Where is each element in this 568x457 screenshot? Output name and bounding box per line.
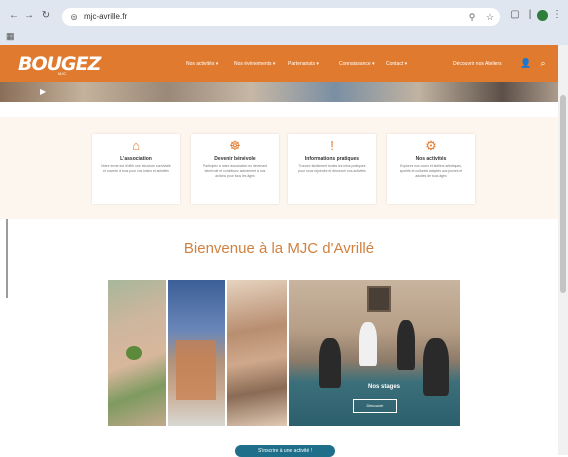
exclamation-icon: ! xyxy=(330,138,334,153)
site-info-icon[interactable]: ⊜ xyxy=(68,11,80,23)
bookmark-star-icon[interactable]: ☆ xyxy=(484,11,496,23)
nav-item-activites[interactable]: Nos activités ▾ xyxy=(186,59,218,69)
slider-prev-icon[interactable]: ▶ xyxy=(40,87,50,97)
person-shape xyxy=(319,338,341,388)
plant-shape xyxy=(126,346,142,360)
divider-icon: | xyxy=(528,9,532,20)
photo-gallery: Nos stages Découvrir xyxy=(108,280,460,426)
features-section: ⌂ L'association Notre envie est d'offrir… xyxy=(0,117,558,219)
search-icon[interactable]: ⌕ xyxy=(538,58,548,68)
feature-title: Nos activités xyxy=(415,156,447,162)
back-icon[interactable]: ← xyxy=(8,10,20,22)
forward-icon[interactable]: → xyxy=(23,10,35,22)
browser-chrome: ← → ↻ ⊜ mjc-avrille.fr ⚲ ☆ ▢ | ⋮ ▦ xyxy=(0,0,568,45)
hero-banner: ▶ xyxy=(0,82,558,102)
building-shape xyxy=(176,340,216,400)
nav-item-connaissance[interactable]: Connaissance ▾ xyxy=(339,59,375,69)
feature-card-association[interactable]: ⌂ L'association Notre envie est d'offrir… xyxy=(92,134,180,204)
logo-subtitle: MJC xyxy=(58,71,67,76)
bookmarks-grid-icon[interactable]: ▦ xyxy=(6,31,15,42)
feature-text: Participez à notre association en devena… xyxy=(203,164,267,178)
portrait-frame xyxy=(367,286,391,312)
feature-card-infos[interactable]: ! Informations pratiques Trouvez facilem… xyxy=(288,134,376,204)
feature-card-benevole[interactable]: ☸ Devenir bénévole Participez à notre as… xyxy=(191,134,279,204)
nav-item-evenements[interactable]: Nos évènements ▾ xyxy=(234,59,275,69)
stages-title: Nos stages xyxy=(367,384,400,390)
feature-text: Trouvez facilement toutes les infos prat… xyxy=(298,164,366,173)
person-shape xyxy=(397,320,415,370)
gears-icon: ⚙ xyxy=(425,138,437,153)
photo-hands[interactable] xyxy=(108,280,166,426)
translate-icon[interactable]: ⚲ xyxy=(466,11,478,23)
feature-card-activites[interactable]: ⚙ Nos activités Explorez nos cours et at… xyxy=(387,134,475,204)
photo-building[interactable] xyxy=(168,280,225,426)
feature-text: Notre envie est d'offrir une structure c… xyxy=(101,164,171,173)
header-action-link[interactable]: Découvrir nos Ateliers xyxy=(453,59,502,69)
url-text: mjc-avrille.fr xyxy=(84,12,128,21)
nav-item-partenariats[interactable]: Partenariats ▾ xyxy=(288,59,319,69)
photo-crafts[interactable] xyxy=(227,280,287,426)
signup-button[interactable]: S'inscrire à une activité ! xyxy=(235,445,335,457)
profile-avatar[interactable] xyxy=(537,10,548,21)
browser-toolbar: ← → ↻ ⊜ mjc-avrille.fr ⚲ ☆ ▢ | ⋮ xyxy=(0,6,568,28)
feature-title: Devenir bénévole xyxy=(214,156,256,162)
people-icon: ☸ xyxy=(229,138,241,153)
feature-text: Explorez nos cours et ateliers artistiqu… xyxy=(399,164,463,178)
person-shape xyxy=(359,322,377,366)
home-icon: ⌂ xyxy=(132,138,140,153)
extensions-icon[interactable]: ▢ xyxy=(509,9,521,21)
page-scrollbar[interactable] xyxy=(558,45,568,455)
welcome-heading: Bienvenue à la MJC d'Avrillé xyxy=(183,240,375,257)
feature-title: Informations pratiques xyxy=(304,156,360,162)
person-shape xyxy=(423,338,449,396)
site-header: BOUGEZ MJC Nos activités ▾ Nos évènement… xyxy=(0,45,558,82)
feature-title: L'association xyxy=(120,156,152,162)
user-icon[interactable]: 👤 xyxy=(520,58,531,68)
stages-button[interactable]: Découvrir xyxy=(353,399,397,413)
menu-kebab-icon[interactable]: ⋮ xyxy=(551,9,563,21)
nav-item-contact[interactable]: Contact ▾ xyxy=(386,59,407,69)
address-bar[interactable]: ⊜ mjc-avrille.fr ⚲ ☆ xyxy=(62,8,500,26)
scrollbar-thumb[interactable] xyxy=(560,95,566,293)
reload-icon[interactable]: ↻ xyxy=(40,10,52,22)
